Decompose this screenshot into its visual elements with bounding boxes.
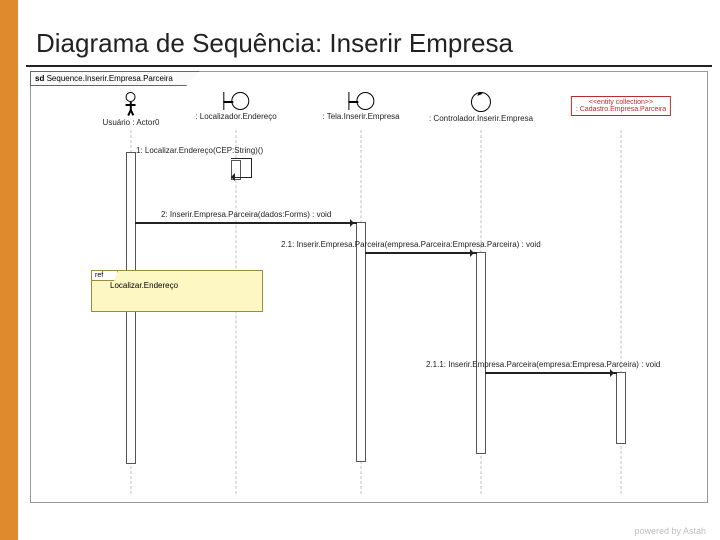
- message-2-1: 2.1: Inserir.Empresa.Parceira(empresa.Pa…: [281, 240, 541, 249]
- control-icon: [471, 92, 491, 112]
- lifeline-line: [236, 130, 237, 494]
- sequence-diagram: sd Sequence.Inserir.Empresa.Parceira Usu…: [30, 71, 708, 503]
- lifeline-actor: Usuário : Actor0: [103, 92, 160, 127]
- message-arrow: [365, 252, 477, 254]
- message-2: 2: Inserir.Empresa.Parceira(dados:Forms)…: [161, 210, 331, 219]
- boundary-icon: [223, 92, 249, 110]
- ref-fragment: ref Localizar.Endereço: [91, 270, 263, 312]
- accent-sidebar: [0, 0, 18, 540]
- entity-stereotype: <<entity collection>> : Cadastro.Empresa…: [571, 96, 671, 116]
- footer-watermark: powered by Astah: [634, 526, 706, 536]
- message-arrow: [485, 372, 617, 374]
- frame-label: sd Sequence.Inserir.Empresa.Parceira: [30, 71, 200, 86]
- actor-icon: [124, 92, 138, 116]
- lifeline-localizador: : Localizador.Endereço: [195, 92, 276, 121]
- slide-area: Diagrama de Sequência: Inserir Empresa s…: [18, 0, 720, 540]
- lifeline-controlador: : Controlador.Inserir.Empresa: [429, 92, 533, 123]
- page-title: Diagrama de Sequência: Inserir Empresa: [26, 0, 712, 67]
- lifeline-cadastro: <<entity collection>> : Cadastro.Empresa…: [571, 96, 671, 116]
- ref-label: Localizar.Endereço: [92, 271, 262, 294]
- activation-bar: [356, 222, 366, 462]
- activation-bar: [476, 252, 486, 454]
- message-2-1-1: 2.1.1: Inserir.Empresa.Parceira(empresa:…: [426, 360, 660, 369]
- message-1: 1: Localizar.Endereço(CEP:String)(): [136, 146, 263, 155]
- activation-bar: [616, 372, 626, 444]
- boundary-icon: [348, 92, 374, 110]
- message-arrow: [135, 222, 357, 224]
- self-message-arrow: [231, 158, 252, 178]
- lifeline-tela: : Tela.Inserir.Empresa: [322, 92, 399, 121]
- ref-tag: ref: [91, 270, 118, 281]
